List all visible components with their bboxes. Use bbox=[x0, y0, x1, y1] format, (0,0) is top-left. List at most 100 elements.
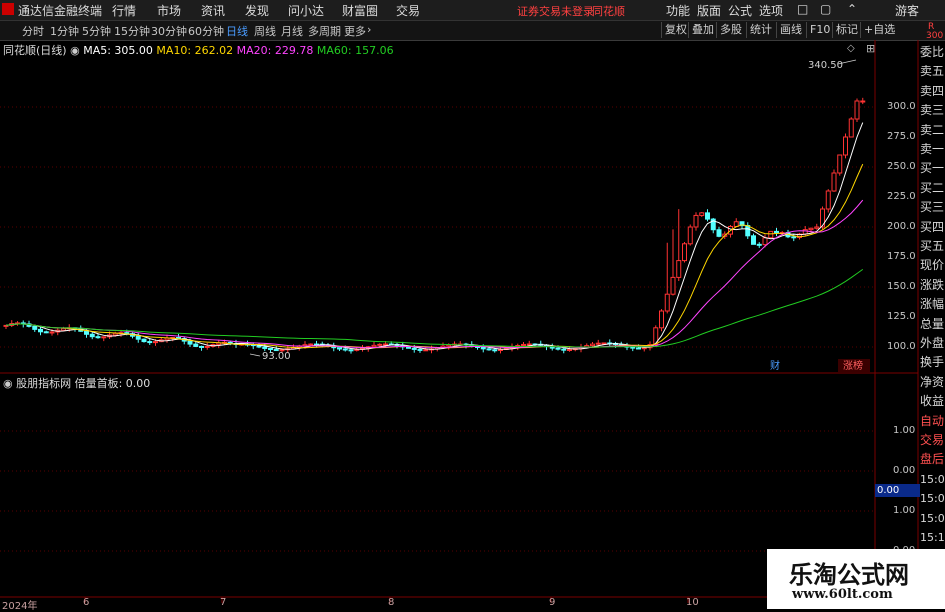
watermark-overlay: 乐淘公式网 www.60lt.com bbox=[767, 549, 945, 609]
tab-more[interactable]: 更多 bbox=[344, 23, 366, 39]
price-tick: 275.0 bbox=[887, 131, 916, 142]
add-watchlist-button[interactable]: +自选 bbox=[860, 22, 898, 38]
stats-button[interactable]: 统计 bbox=[746, 22, 775, 38]
tab-30min[interactable]: 30分钟 bbox=[151, 23, 187, 39]
candle-body bbox=[601, 342, 607, 345]
menu-xuanxiang[interactable]: 选项 bbox=[759, 2, 783, 19]
tab-15min[interactable]: 15分钟 bbox=[114, 23, 150, 39]
menu-zixun[interactable]: 资讯 bbox=[201, 2, 225, 19]
fuquan-button[interactable]: 复权 bbox=[661, 22, 690, 38]
menu-hangqing[interactable]: 行情 bbox=[112, 2, 136, 19]
candle-body bbox=[814, 226, 820, 229]
candle-body bbox=[308, 343, 314, 346]
candle-body bbox=[406, 346, 411, 349]
restore-icon[interactable]: ▢ bbox=[820, 2, 831, 16]
tab-fenshi[interactable]: 分时 bbox=[22, 23, 44, 39]
candle-body bbox=[630, 346, 636, 349]
tab-5min[interactable]: 5分钟 bbox=[82, 23, 111, 39]
menu-caifuquan[interactable]: 财富圈 bbox=[342, 2, 378, 19]
sub-tick: 0.00 bbox=[893, 465, 916, 476]
price-tick: 300.0 bbox=[887, 101, 916, 112]
candle-body bbox=[204, 345, 210, 348]
sub-current-value: 0.00 bbox=[875, 484, 920, 497]
overlay-button[interactable]: 叠加 bbox=[688, 22, 717, 38]
side-item: 卖一 bbox=[920, 142, 945, 156]
side-item: 总量 bbox=[920, 316, 945, 331]
app-logo-icon bbox=[2, 3, 14, 15]
low-price-label: 93.00 bbox=[262, 351, 291, 362]
menu-shichang[interactable]: 市场 bbox=[157, 2, 181, 19]
candle-body bbox=[676, 260, 682, 278]
dropdown-chevron-icon[interactable]: ⌃ bbox=[847, 2, 857, 16]
candle-body bbox=[590, 343, 595, 347]
finance-badge[interactable]: 财 bbox=[770, 359, 780, 372]
multi-stock-button[interactable]: 多股 bbox=[716, 22, 745, 38]
watermark-title: 乐淘公式网 bbox=[789, 561, 909, 589]
price-tick: 125.0 bbox=[887, 311, 916, 322]
candle-group bbox=[3, 97, 866, 354]
more-chevron-icon[interactable]: › bbox=[367, 23, 371, 36]
tab-daily[interactable]: 日线 bbox=[226, 23, 248, 39]
tab-monthly[interactable]: 月线 bbox=[281, 23, 303, 39]
menu-faxian[interactable]: 发现 bbox=[245, 2, 269, 19]
date-ticks bbox=[84, 597, 689, 603]
menu-gongshi[interactable]: 公式 bbox=[728, 2, 752, 19]
candle-body bbox=[567, 349, 572, 352]
candle-body bbox=[348, 349, 354, 352]
side-item: 15:11 bbox=[920, 531, 945, 544]
candle-body bbox=[808, 227, 814, 231]
tab-60min[interactable]: 60分钟 bbox=[188, 23, 224, 39]
candle-body bbox=[745, 225, 751, 237]
low-pointer bbox=[249, 353, 261, 357]
price-tick: 175.0 bbox=[887, 251, 916, 262]
sub-tick: 1.00 bbox=[893, 505, 916, 516]
f10-button[interactable]: F10 bbox=[806, 22, 833, 38]
guest-label[interactable]: 游客 bbox=[895, 2, 919, 19]
candle-body bbox=[699, 212, 705, 216]
side-item: 外盘 bbox=[920, 336, 945, 350]
draw-line-button[interactable]: 画线 bbox=[776, 22, 805, 38]
price-grid bbox=[0, 106, 875, 348]
candle-body bbox=[147, 341, 153, 344]
candle-body bbox=[84, 330, 89, 335]
side-item: 买二 bbox=[920, 180, 945, 195]
indicator-toggle-icon[interactable]: ◉ bbox=[3, 377, 13, 390]
side-item: 涨幅 bbox=[920, 297, 945, 312]
menu-wenxiaoda[interactable]: 问小达 bbox=[288, 2, 324, 19]
price-tick: 225.0 bbox=[887, 191, 916, 202]
side-item: 15:09 bbox=[920, 511, 945, 525]
tab-multi-period[interactable]: 多周期 bbox=[308, 23, 341, 39]
menu-jiaoyi[interactable]: 交易 bbox=[396, 2, 420, 19]
kline-chart[interactable]: 340.50 93.00 财 涨榜 bbox=[0, 40, 945, 610]
candle-body bbox=[837, 154, 843, 174]
candle-body bbox=[141, 338, 147, 343]
candle-body bbox=[664, 293, 670, 312]
side-item: 涨跌 bbox=[920, 277, 945, 292]
price-tick: 250.0 bbox=[887, 161, 916, 172]
menu-gongneng[interactable]: 功能 bbox=[666, 2, 690, 19]
menu-bar: 通达信金融终端 行情 市场 资讯 发现 问小达 财富圈 交易 证券交易未登录 同… bbox=[0, 0, 945, 21]
side-item: 卖二 bbox=[920, 122, 945, 137]
side-item: 卖三 bbox=[920, 103, 945, 118]
candle-body bbox=[705, 212, 710, 220]
date-label: 10 bbox=[686, 597, 699, 608]
mark-button[interactable]: 标记 bbox=[832, 22, 861, 38]
broker-name[interactable]: 同花顺 bbox=[592, 3, 625, 19]
side-top-value: 300 bbox=[926, 31, 944, 41]
candle-body bbox=[480, 346, 486, 350]
candle-body bbox=[43, 331, 49, 334]
tab-1min[interactable]: 1分钟 bbox=[50, 23, 79, 39]
candle-body bbox=[101, 336, 107, 339]
candle-body bbox=[423, 349, 429, 352]
tab-weekly[interactable]: 周线 bbox=[254, 23, 276, 39]
candle-body bbox=[521, 343, 526, 347]
minimize-icon[interactable]: □ bbox=[797, 2, 808, 16]
gain-rank-badge[interactable]: 涨榜 bbox=[843, 359, 863, 372]
sub-grid bbox=[0, 430, 875, 552]
side-item: 15:07 bbox=[920, 492, 945, 506]
login-notice[interactable]: 证券交易未登录 bbox=[517, 3, 594, 19]
side-item: 交易 bbox=[920, 433, 945, 447]
side-item: 委比 bbox=[920, 45, 945, 59]
menu-banmian[interactable]: 版面 bbox=[697, 2, 721, 19]
candle-body bbox=[860, 100, 866, 103]
